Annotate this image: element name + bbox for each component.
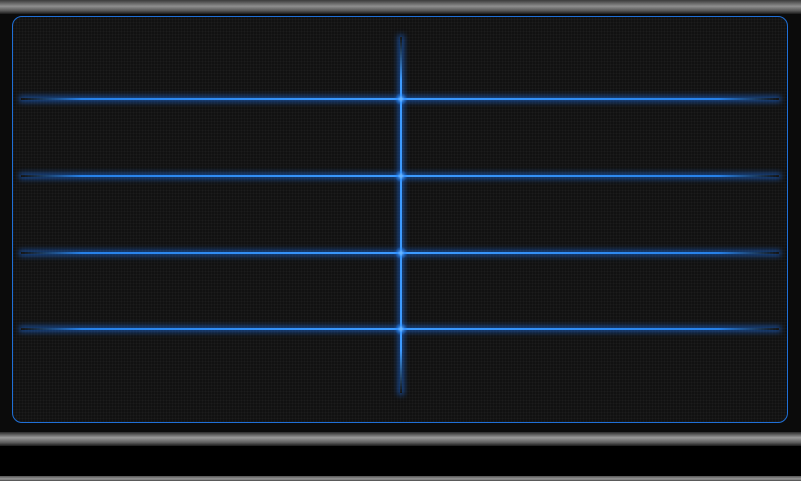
status-bar <box>0 446 801 476</box>
bottom-bezel <box>0 432 801 446</box>
grid-intersection-2 <box>395 170 407 182</box>
grid-line-vertical <box>400 37 402 393</box>
bottom-edge <box>0 476 801 481</box>
grid-intersection-4 <box>395 323 407 335</box>
grid-intersection-3 <box>395 247 407 259</box>
display-panel <box>12 16 788 423</box>
grid-intersection-1 <box>395 93 407 105</box>
screen <box>0 0 801 481</box>
top-bezel <box>0 0 801 14</box>
